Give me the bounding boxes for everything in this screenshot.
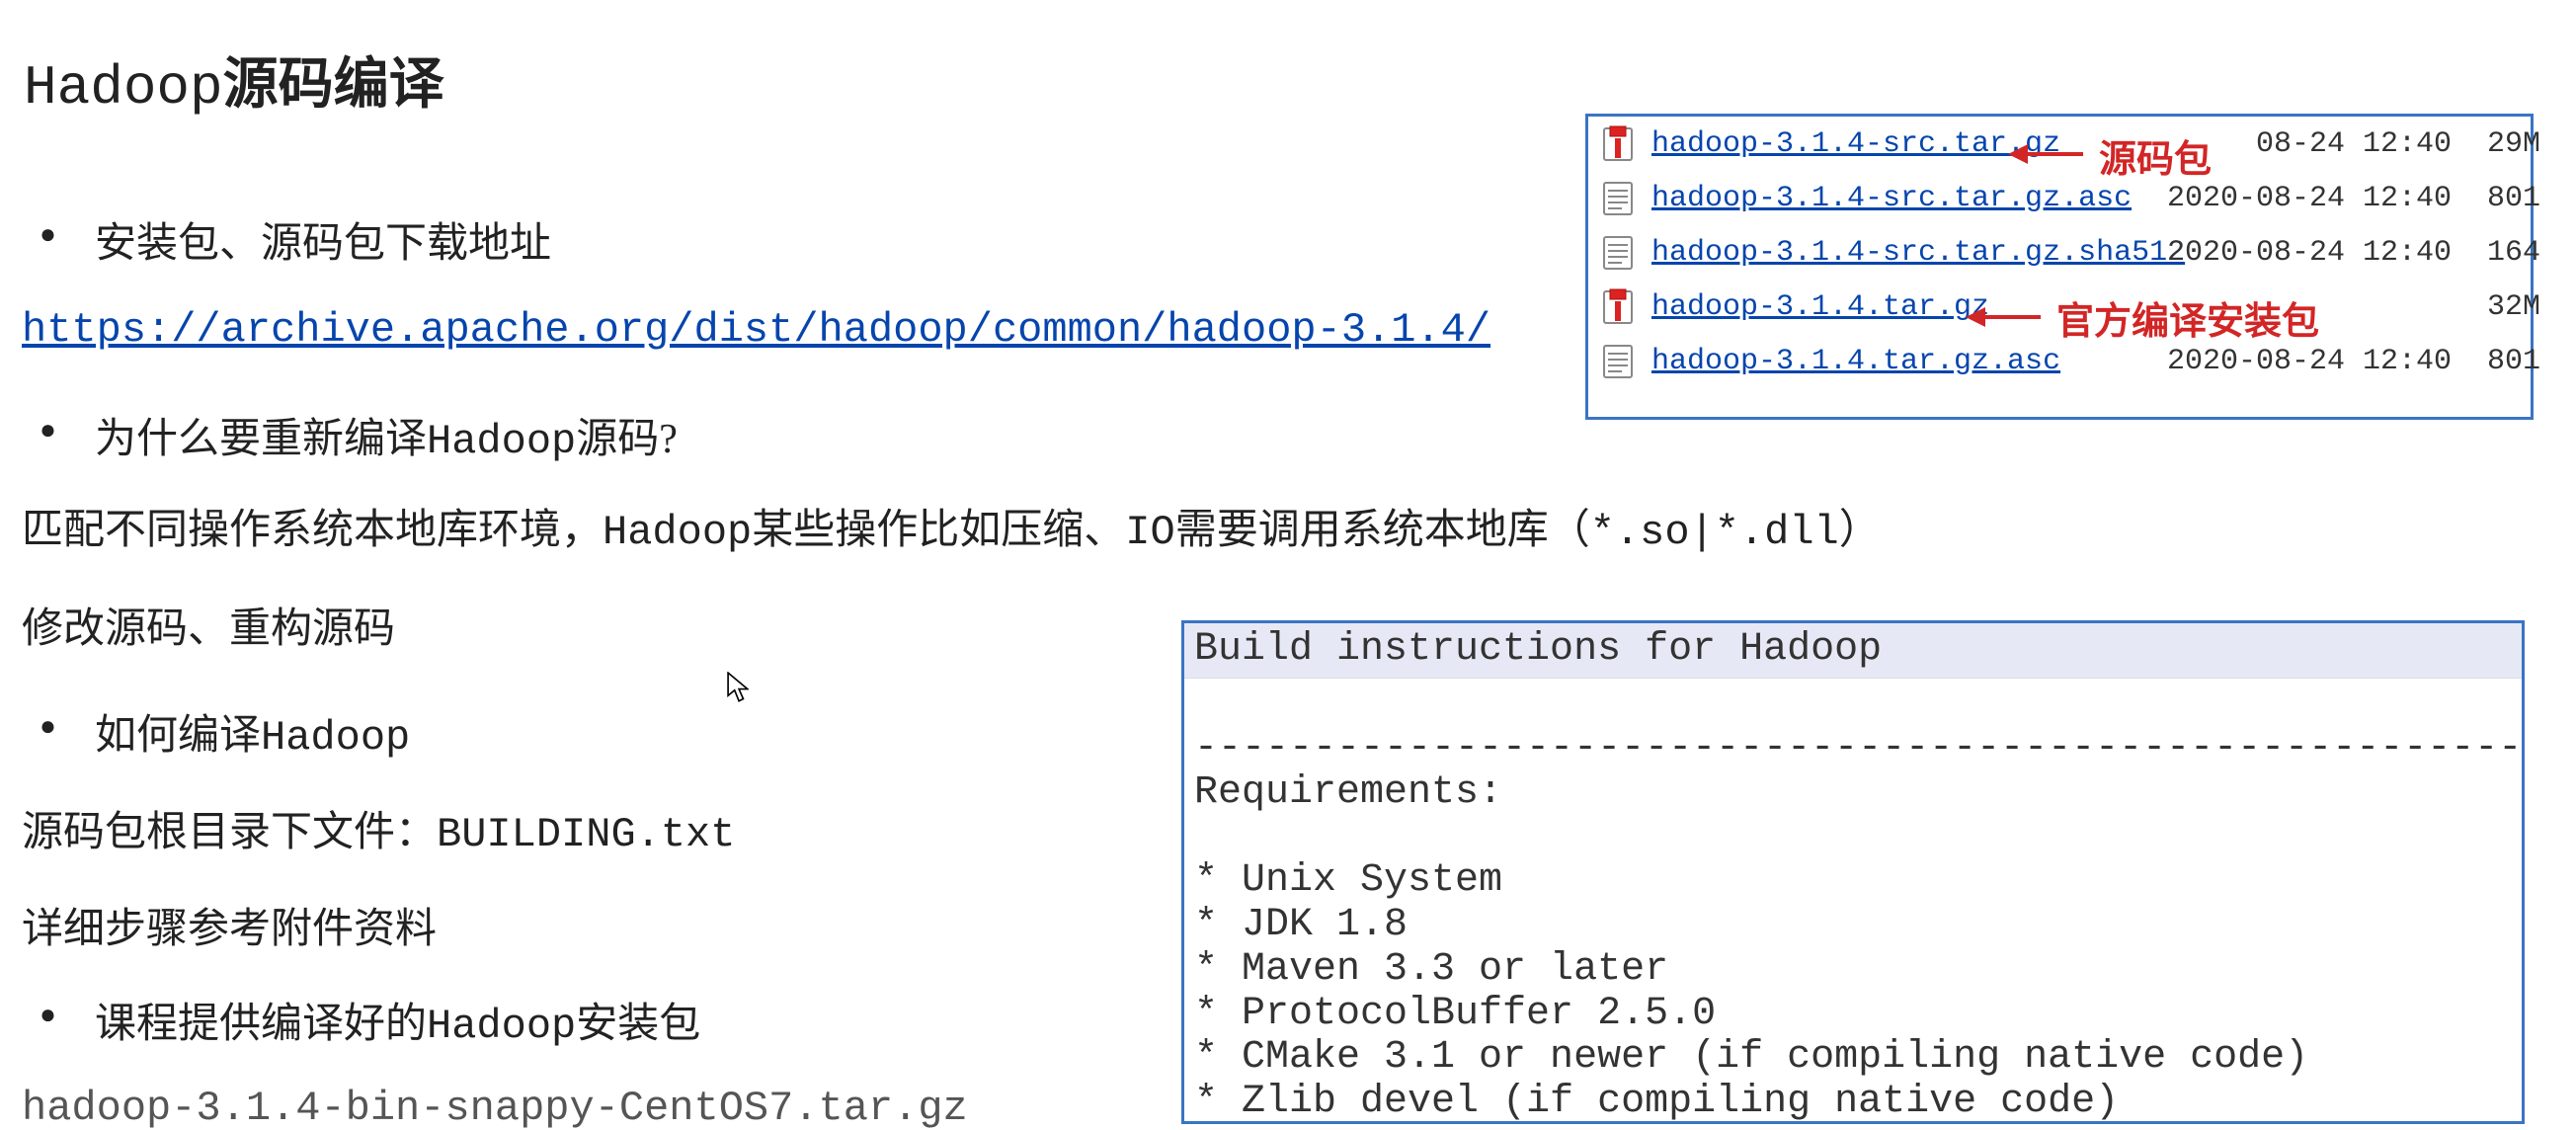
build-instructions-body: ----------------------------------------…	[1184, 679, 2522, 1124]
text: 匹配不同操作系统本地库环境，	[22, 508, 603, 553]
text-file-icon	[1598, 179, 1638, 218]
text-file-icon	[1598, 342, 1638, 381]
bullet-mono: Hadoop	[261, 714, 410, 762]
file-link[interactable]: hadoop-3.1.4.tar.gz.asc	[1651, 345, 2145, 378]
text-mono: Hadoop	[603, 509, 752, 556]
bullet-item-provided-pkg: 课程提供编译好的Hadoop安装包	[95, 990, 700, 1050]
bullet-item-how-compile: 如何编译Hadoop	[95, 701, 410, 762]
text: 源码包根目录下文件：	[22, 810, 437, 855]
file-row: hadoop-3.1.4-src.tar.gz 08-24 12:40 29M	[1588, 117, 2531, 171]
bullet-mono: Hadoop	[427, 418, 576, 465]
annotation-binary-package: 官方编译安装包	[2056, 290, 2319, 345]
text: 需要调用系统本地库（	[1175, 508, 1590, 553]
file-row: hadoop-3.1.4-src.tar.gz.asc 2020-08-24 1…	[1588, 171, 2531, 225]
bullet-text: 安装包、源码包下载地址	[95, 221, 551, 267]
bullet-item-download: 安装包、源码包下载地址	[95, 209, 551, 270]
title-hadoop: Hadoop	[24, 56, 223, 120]
file-size: 29M	[2452, 127, 2540, 161]
bullet-prefix: 课程提供编译好的	[95, 1002, 427, 1047]
file-size: 801	[2452, 182, 2540, 215]
paragraph-modify-src: 修改源码、重构源码	[22, 595, 395, 655]
annotation-source-package: 源码包	[2099, 128, 2212, 183]
cursor-icon	[727, 672, 749, 701]
bullet-prefix: 为什么要重新编译	[95, 417, 427, 462]
document-page: Hadoop源码编译 安装包、源码包下载地址 为什么要重新编译Hadoop源码?…	[0, 0, 2576, 1130]
file-date: 2020-08-24 12:40	[2145, 345, 2452, 378]
paragraph-native-lib: 匹配不同操作系统本地库环境，Hadoop某些操作比如压缩、IO需要调用系统本地库…	[22, 496, 1881, 556]
build-instructions-header: Build instructions for Hadoop	[1184, 623, 2522, 679]
file-date: 2020-08-24 12:40	[2145, 182, 2452, 215]
bullet-item-why-compile: 为什么要重新编译Hadoop源码?	[95, 405, 678, 465]
text: 某些操作比如压缩、	[752, 508, 1125, 553]
file-size: 801	[2452, 345, 2540, 378]
bullet-suffix: 安装包	[576, 1002, 700, 1047]
text-mono: IO	[1125, 509, 1174, 556]
file-link[interactable]: hadoop-3.1.4-src.tar.gz.sha512	[1651, 236, 2145, 270]
bullet-suffix: 源码?	[576, 417, 678, 462]
paragraph-details: 详细步骤参考附件资料	[22, 895, 437, 955]
paragraph-building-txt: 源码包根目录下文件：BUILDING.txt	[22, 798, 735, 858]
file-size: 164	[2452, 236, 2540, 270]
text-mono: *.so|*.dll	[1590, 509, 1839, 556]
bullet-prefix: 如何编译	[95, 713, 261, 759]
title-text: 源码编译	[223, 54, 444, 116]
file-row: hadoop-3.1.4-src.tar.gz.sha512 2020-08-2…	[1588, 225, 2531, 280]
archive-icon	[1598, 124, 1638, 164]
text-file-icon	[1598, 233, 1638, 273]
file-link[interactable]: hadoop-3.1.4-src.tar.gz.asc	[1651, 182, 2145, 215]
arrow-left-icon	[2008, 147, 2083, 161]
paragraph-provided-filename: hadoop-3.1.4-bin-snappy-CentOS7.tar.gz	[22, 1085, 968, 1130]
file-size: 32M	[2452, 290, 2540, 324]
text: ）	[1839, 508, 1881, 553]
page-title: Hadoop源码编译	[24, 40, 444, 120]
file-date: 2020-08-24 12:40	[2145, 236, 2452, 270]
build-instructions-box: Build instructions for Hadoop ----------…	[1181, 620, 2525, 1124]
arrow-left-icon	[1966, 310, 2041, 324]
bullet-mono: Hadoop	[427, 1003, 576, 1050]
archive-icon	[1598, 287, 1638, 327]
text-mono: BUILDING.txt	[437, 811, 735, 858]
download-url-link[interactable]: https://archive.apache.org/dist/hadoop/c…	[22, 306, 1490, 354]
